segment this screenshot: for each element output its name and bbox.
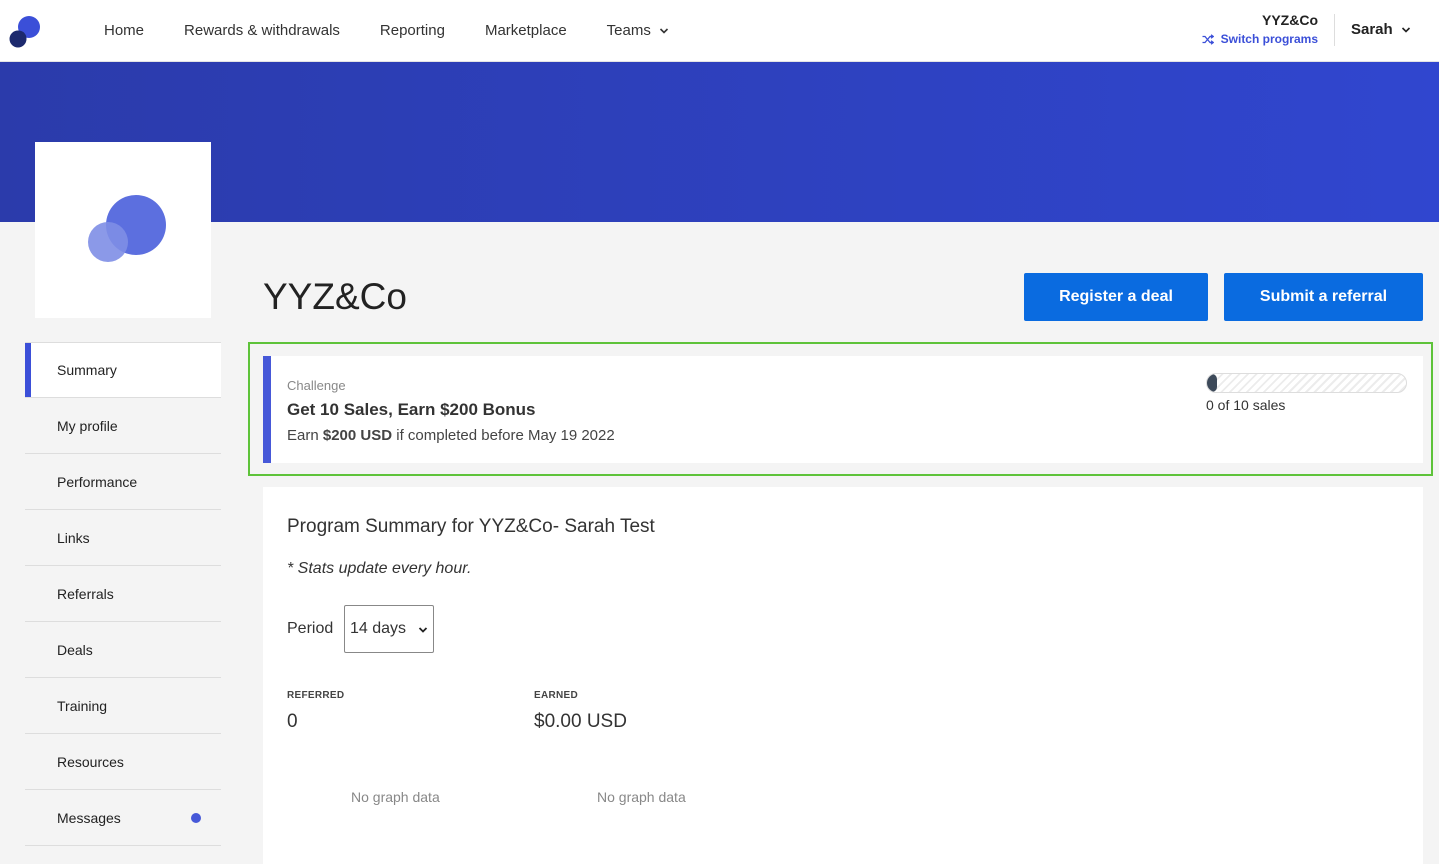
page-title: YYZ&Co <box>263 276 407 317</box>
main-nav: Home Rewards & withdrawals Reporting Mar… <box>84 0 689 61</box>
summary-note: * Stats update every hour. <box>287 560 472 577</box>
sidebar-item-training[interactable]: Training <box>25 678 221 734</box>
challenge-card[interactable]: Challenge Get 10 Sales, Earn $200 Bonus … <box>263 356 1423 463</box>
nav-rewards-label: Rewards & withdrawals <box>184 22 340 39</box>
user-name: Sarah <box>1351 21 1393 38</box>
sidebar-item-label: Referrals <box>57 585 114 602</box>
sidebar-item-messages[interactable]: Messages <box>25 790 221 846</box>
nav-divider <box>1334 14 1335 46</box>
sidebar-item-links[interactable]: Links <box>25 510 221 566</box>
nav-marketplace[interactable]: Marketplace <box>465 0 587 61</box>
sidebar-item-label: Training <box>57 697 108 714</box>
referred-graph-empty: No graph data <box>351 789 440 805</box>
sidebar-item-label: Summary <box>57 362 117 378</box>
org-switcher: YYZ&Co Switch programs <box>1202 12 1318 46</box>
stat-referred: REFERRED 0 <box>287 690 344 733</box>
period-select[interactable]: 14 days <box>344 605 434 653</box>
challenge-title: Get 10 Sales, Earn $200 Bonus <box>287 400 536 419</box>
program-logo-icon <box>88 195 166 262</box>
challenge-progress-label: 0 of 10 sales <box>1206 397 1286 413</box>
org-name: YYZ&Co <box>1262 12 1318 28</box>
period-select-value: 14 days <box>350 620 407 637</box>
summary-title: Program Summary for YYZ&Co- Sarah Test <box>287 516 655 537</box>
stat-referred-value: 0 <box>287 711 298 732</box>
sidebar-item-label: Links <box>57 529 90 546</box>
stat-earned-label: EARNED <box>534 690 579 701</box>
challenge-desc-suffix: if completed before May 19 2022 <box>392 427 615 444</box>
shuffle-icon <box>1202 33 1214 45</box>
nav-rewards[interactable]: Rewards & withdrawals <box>164 0 360 61</box>
period-label: Period <box>287 620 334 637</box>
stat-earned-value: $0.00 USD <box>534 711 627 732</box>
chevron-down-icon <box>418 627 428 633</box>
nav-reporting[interactable]: Reporting <box>360 0 465 61</box>
switch-programs-link[interactable]: Switch programs <box>1202 32 1318 46</box>
sidebar-item-performance[interactable]: Performance <box>25 454 221 510</box>
sidebar-item-label: My profile <box>57 417 118 434</box>
stat-earned: EARNED $0.00 USD <box>534 690 627 733</box>
sidebar-item-resources[interactable]: Resources <box>25 734 221 790</box>
challenge-description: Earn $200 USD if completed before May 19… <box>287 427 615 444</box>
sidebar-item-summary[interactable]: Summary <box>25 342 221 398</box>
sidebar-item-label: Resources <box>57 753 124 770</box>
user-menu[interactable]: Sarah <box>1351 21 1411 38</box>
unread-dot-icon <box>191 812 201 823</box>
program-summary-card: Program Summary for YYZ&Co- Sarah Test *… <box>263 487 1423 864</box>
switch-programs-label: Switch programs <box>1220 32 1318 46</box>
sidebar: Summary My profile Performance Links Ref… <box>25 342 221 846</box>
challenge-desc-prefix: Earn <box>287 427 323 444</box>
program-logo <box>35 142 211 318</box>
sidebar-item-deals[interactable]: Deals <box>25 622 221 678</box>
top-nav: Home Rewards & withdrawals Reporting Mar… <box>0 0 1439 62</box>
nav-reporting-label: Reporting <box>379 22 445 39</box>
chevron-down-icon <box>659 27 668 34</box>
challenge-tag: Challenge <box>287 378 346 393</box>
sidebar-item-my-profile[interactable]: My profile <box>25 398 221 454</box>
nav-home[interactable]: Home <box>84 0 164 61</box>
nav-teams[interactable]: Teams <box>587 0 689 61</box>
sidebar-item-referrals[interactable]: Referrals <box>25 566 221 622</box>
nav-marketplace-label: Marketplace <box>484 22 567 39</box>
submit-referral-button[interactable]: Submit a referral <box>1224 273 1423 321</box>
challenge-progress-fill <box>1207 374 1217 392</box>
nav-teams-label: Teams <box>606 22 651 39</box>
chevron-down-icon <box>1401 26 1410 33</box>
sidebar-item-label: Performance <box>57 473 138 490</box>
challenge-progress-bar <box>1206 373 1407 393</box>
sidebar-item-label: Deals <box>57 641 93 658</box>
stat-referred-label: REFERRED <box>287 690 345 701</box>
challenge-desc-amount: $200 USD <box>322 427 393 444</box>
nav-home-label: Home <box>104 22 145 39</box>
sidebar-item-label: Messages <box>57 809 121 826</box>
register-deal-button[interactable]: Register a deal <box>1024 273 1208 321</box>
brand-logo-icon[interactable] <box>8 12 42 48</box>
program-banner <box>0 62 1439 222</box>
earned-graph-empty: No graph data <box>597 789 686 805</box>
